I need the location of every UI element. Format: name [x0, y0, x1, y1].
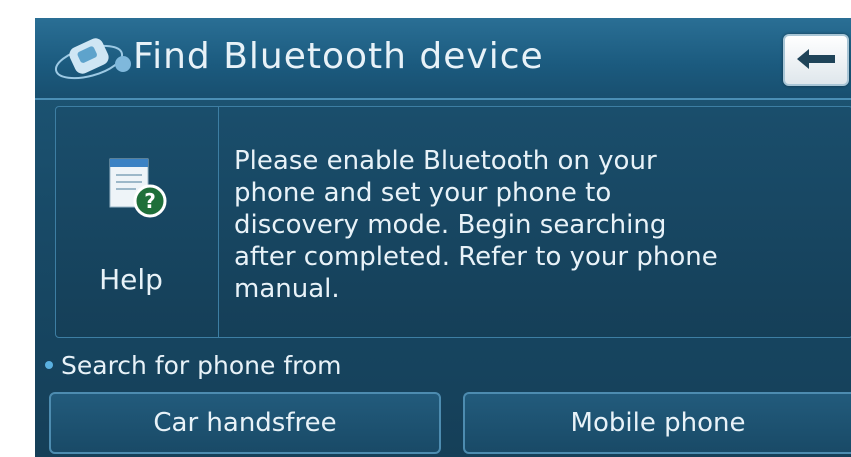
help-panel: ? Help Please enable Bluetooth on your p… [55, 106, 851, 338]
help-section[interactable]: ? Help [56, 107, 219, 337]
help-label: Help [99, 263, 163, 296]
bullet-icon [45, 361, 53, 369]
car-handsfree-button[interactable]: Car handsfree [49, 392, 441, 454]
mobile-phone-button[interactable]: Mobile phone [463, 392, 851, 454]
help-document-icon: ? [106, 155, 186, 235]
search-from-row: Search for phone from [45, 346, 342, 384]
svg-text:?: ? [144, 189, 156, 213]
back-arrow-icon [797, 49, 835, 69]
bluetooth-phone-icon [49, 34, 139, 84]
help-message: Please enable Bluetooth on your phone an… [234, 146, 718, 304]
back-button[interactable] [783, 34, 849, 86]
bluetooth-find-screen: Find Bluetooth device ? Help Please enab… [35, 18, 851, 457]
page-title: Find Bluetooth device [133, 36, 544, 77]
title-bar: Find Bluetooth device [35, 18, 851, 100]
search-label: Search for phone from [61, 350, 342, 380]
